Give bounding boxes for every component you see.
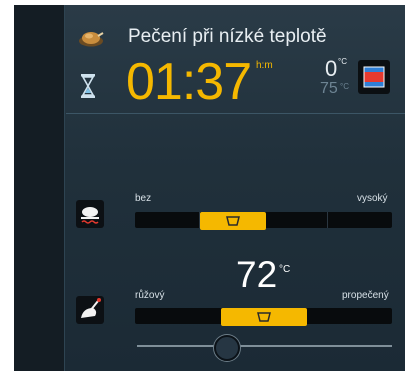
timer-unit: h:m	[256, 60, 273, 71]
oven-mode-button[interactable]	[358, 60, 390, 94]
target-temperature-unit: °C	[340, 82, 349, 91]
browning-slider[interactable]	[135, 212, 392, 230]
scroll-track[interactable]	[137, 345, 392, 347]
oven-mode-icon	[363, 66, 385, 88]
timer-value[interactable]: 01:37	[126, 52, 252, 112]
core-probe-button[interactable]	[76, 296, 104, 324]
roast-dish-icon	[79, 32, 104, 47]
core-doneness-slider[interactable]	[135, 308, 392, 326]
current-temperature-unit: °C	[338, 57, 347, 66]
scroll-thumb[interactable]	[214, 335, 240, 361]
browning-max-label: vysoký	[357, 193, 388, 204]
dish-outline-icon	[256, 312, 271, 322]
browning-button[interactable]	[76, 200, 104, 228]
left-panel	[14, 5, 65, 371]
core-temperature-value: 72	[236, 254, 278, 295]
divider	[66, 113, 405, 114]
core-doneness-knob[interactable]	[220, 308, 307, 326]
core-probe-icon	[81, 298, 101, 318]
browning-min-label: bez	[135, 193, 152, 204]
browning-icon	[81, 207, 99, 224]
core-temperature-unit: °C	[279, 264, 291, 275]
target-temperature: 75	[320, 80, 338, 97]
program-title: Pečení při nízké teplotě	[128, 26, 327, 47]
hourglass-icon[interactable]	[80, 74, 96, 98]
core-max-label: propečený	[342, 290, 389, 301]
dish-outline-icon	[225, 216, 240, 226]
core-min-label: růžový	[135, 290, 165, 301]
browning-slider-knob[interactable]	[199, 212, 266, 230]
current-temperature: 0	[325, 56, 338, 81]
